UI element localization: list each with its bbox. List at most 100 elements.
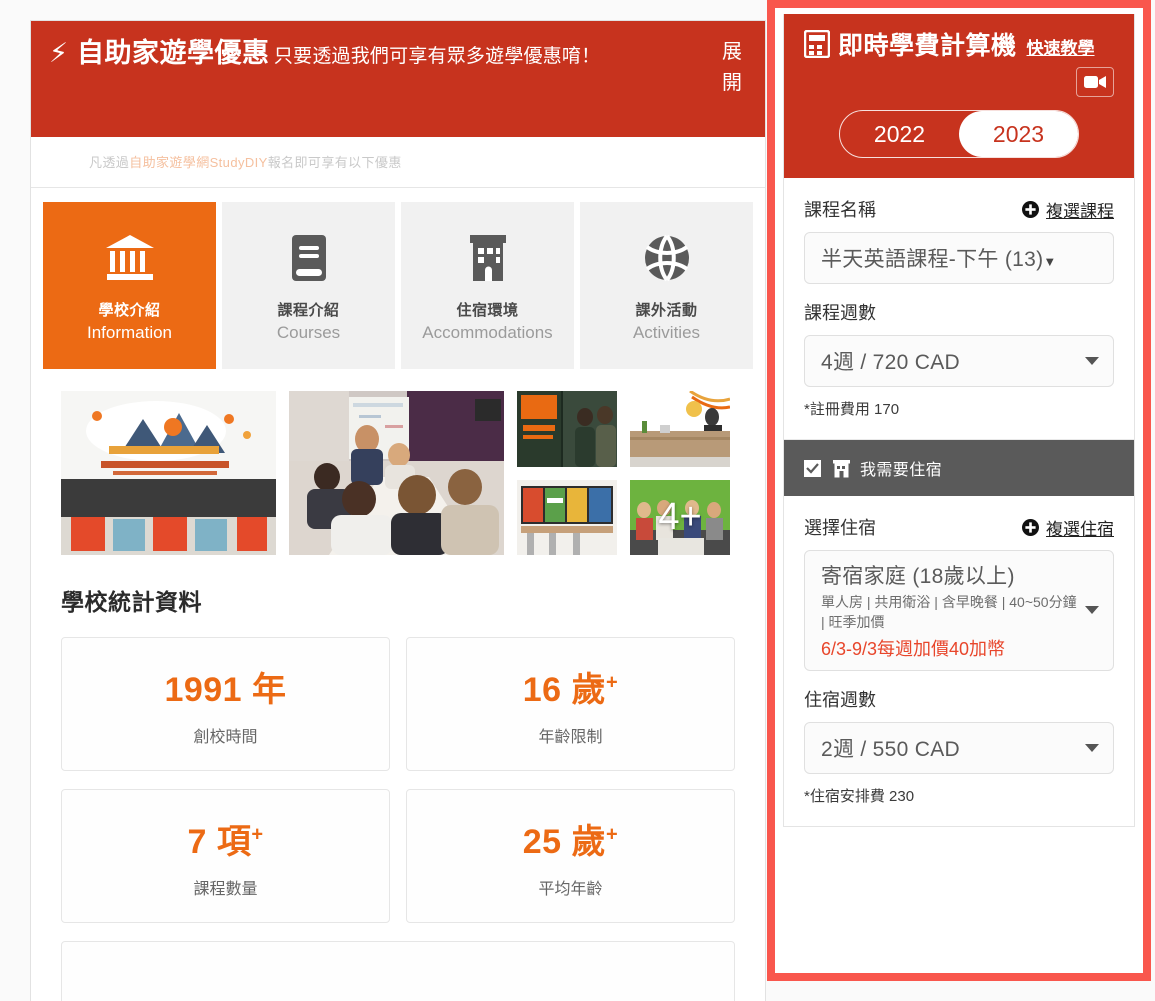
- photo-gallery: 4+: [61, 391, 735, 555]
- course-label-row: 課程名稱 複選課程: [804, 196, 1114, 222]
- stat-value-age-limit: 16 歲+: [523, 662, 618, 711]
- promotion-text-block: 自助家遊學優惠 只要透過我們可享有眾多遊學優惠唷！: [77, 37, 703, 70]
- course-name-selected-value: 半天英語課程-下午 (13)▼: [821, 243, 1079, 273]
- multi-select-course-button[interactable]: 複選課程: [1022, 197, 1114, 222]
- stat-unit: 年: [252, 670, 287, 709]
- promotion-subtitle: 只要透過我們可享有眾多遊學優惠唷！: [273, 46, 601, 67]
- course-weeks-label-row: 課程週數: [804, 299, 1114, 325]
- promotion-note-suffix: 報名即可享有以下優惠: [267, 155, 402, 170]
- multi-select-accommodation-label: 複選住宿: [1046, 519, 1114, 539]
- promotion-card: ⚡ 自助家遊學優惠 只要透過我們可享有眾多遊學優惠唷！ 展開 凡透過自助家遊學網…: [30, 20, 766, 188]
- video-camera-icon[interactable]: [1076, 67, 1114, 97]
- multi-select-accommodation-button[interactable]: 複選住宿: [1022, 515, 1114, 540]
- calculator-icon: [803, 29, 831, 63]
- tab-accommodations-label-zh: 住宿環境: [456, 301, 519, 319]
- tab-information-label-zh: 學校介紹: [98, 301, 161, 319]
- tab-courses-label-en: Courses: [276, 322, 341, 342]
- lightning-bolt-icon: ⚡: [49, 38, 68, 68]
- left-content-column: ⚡ 自助家遊學優惠 只要透過我們可享有眾多遊學優惠唷！ 展開 凡透過自助家遊學網…: [30, 20, 766, 1001]
- tab-courses-label-zh: 課程介紹: [277, 301, 340, 319]
- accommodation-checkbox[interactable]: [804, 459, 821, 477]
- stat-sup: +: [606, 671, 619, 694]
- registration-fee-note: *註冊費用 170: [804, 401, 900, 418]
- stats-grid: 1991 年 創校時間 16 歲+ 年齡限制 7 項+ 課程數量 25 歲+ 平…: [61, 637, 735, 1001]
- stat-unit: 項: [216, 822, 252, 861]
- accommodation-weeks-label-row: 住宿週數: [804, 686, 1114, 712]
- tab-activities[interactable]: 課外活動 Activities: [580, 202, 753, 369]
- tab-list: 學校介紹 Information 課程介紹 Courses 住宿環境 Accom…: [43, 202, 753, 369]
- tab-information[interactable]: 學校介紹 Information: [43, 202, 216, 369]
- accommodation-label-row: 選擇住宿 複選住宿: [804, 514, 1114, 540]
- promotion-note: 凡透過自助家遊學網StudyDIY報名即可享有以下優惠: [31, 137, 765, 188]
- quick-tutorial-link[interactable]: 快速教學: [1027, 34, 1095, 59]
- school-info-panel: 4+ 學校統計資料 1991 年 創校時間 16 歲+ 年齡限制 7 項+ 課程…: [30, 369, 766, 1001]
- entrance-photo[interactable]: [517, 391, 617, 467]
- stat-unit: 歲: [571, 822, 607, 861]
- promotion-expand-button[interactable]: 展開: [717, 37, 747, 99]
- stat-label-founded: 創校時間: [193, 728, 258, 746]
- chevron-down-icon: [1085, 743, 1099, 752]
- course-name-label: 課程名稱: [804, 200, 876, 220]
- tuition-calculator-panel: 即時學費計算機 快速教學 2022 2023 課程名稱 複選課程 半天英語課程-…: [783, 14, 1135, 827]
- chevron-down-icon: ▼: [1043, 254, 1057, 269]
- stat-value-course-count: 7 項+: [187, 814, 263, 863]
- page-root: ⚡ 自助家遊學優惠 只要透過我們可享有眾多遊學優惠唷！ 展開 凡透過自助家遊學網…: [0, 0, 1155, 1001]
- stat-number: 7: [187, 822, 207, 861]
- accommodation-select[interactable]: 寄宿家庭 (18歲以上) 單人房 | 共用衛浴 | 含早晚餐 | 40~50分鐘…: [804, 550, 1114, 671]
- stat-number: 25: [522, 822, 562, 861]
- gallery-more-badge[interactable]: 4+: [630, 480, 730, 556]
- calculator-title: 即時學費計算機: [838, 32, 1017, 60]
- course-name-text: 半天英語課程-下午 (13): [821, 248, 1044, 271]
- course-weeks-selected-value: 4週 / 720 CAD: [821, 351, 960, 374]
- accommodation-weeks-select[interactable]: 2週 / 550 CAD: [804, 721, 1114, 774]
- building-icon: [832, 459, 851, 478]
- tab-information-label-en: Information: [86, 322, 173, 342]
- stat-card-course-count: 7 項+ 課程數量: [61, 789, 390, 923]
- tab-courses[interactable]: 課程介紹 Courses: [222, 202, 395, 369]
- tabs-container: 學校介紹 Information 課程介紹 Courses 住宿環境 Accom…: [30, 188, 766, 369]
- course-weeks-label: 課程週數: [804, 303, 876, 323]
- promotion-note-prefix: 凡透過: [89, 155, 130, 170]
- course-name-select[interactable]: 半天英語課程-下午 (13)▼: [804, 232, 1114, 284]
- promotion-title: 自助家遊學優惠: [76, 38, 270, 68]
- stat-card-founded: 1991 年 創校時間: [61, 637, 390, 771]
- accommodation-toggle-label: 我需要住宿: [860, 462, 943, 479]
- tab-accommodations[interactable]: 住宿環境 Accommodations: [401, 202, 574, 369]
- tab-accommodations-label-en: Accommodations: [422, 322, 553, 342]
- hallway-photo[interactable]: [517, 479, 617, 555]
- reception-photo[interactable]: [630, 391, 730, 467]
- stat-number: 1991: [164, 670, 243, 709]
- promotion-note-link[interactable]: 自助家遊學網StudyDIY: [129, 155, 268, 170]
- accommodation-toggle-bar[interactable]: 我需要住宿: [784, 440, 1134, 496]
- basketball-icon: [642, 229, 692, 287]
- stat-sup: +: [251, 823, 264, 846]
- stat-card-average-age: 25 歲+ 平均年齡: [406, 789, 735, 923]
- check-icon: [806, 462, 819, 474]
- stat-value-founded: 1991 年: [164, 662, 286, 711]
- stat-sup: +: [606, 823, 619, 846]
- bank-columns-icon: [104, 229, 156, 287]
- year-option-2022[interactable]: 2022: [840, 111, 959, 157]
- accommodation-section: 選擇住宿 複選住宿 寄宿家庭 (18歲以上) 單人房 | 共用衛浴 | 含早晚餐…: [784, 496, 1134, 826]
- accommodation-weeks-label: 住宿週數: [804, 689, 876, 710]
- plus-circle-icon: [1022, 200, 1039, 218]
- accommodation-fee-note: *住宿安排費 230: [804, 787, 915, 805]
- stat-number: 16: [522, 670, 562, 709]
- course-weeks-select[interactable]: 4週 / 720 CAD: [804, 335, 1114, 387]
- tab-activities-label-en: Activities: [632, 322, 701, 342]
- stats-section-title: 學校統計資料: [61, 589, 202, 615]
- group-photo[interactable]: 4+: [630, 479, 730, 556]
- calculator-title-row: 即時學費計算機 快速教學: [803, 29, 1114, 97]
- gallery-column-small-1: [517, 391, 617, 555]
- stat-label-age-limit: 年齡限制: [538, 728, 603, 746]
- year-option-2023[interactable]: 2023: [959, 111, 1078, 157]
- year-toggle: 2022 2023: [839, 110, 1079, 158]
- stat-unit: 歲: [571, 670, 607, 709]
- stat-card-wide-placeholder: [61, 941, 735, 1001]
- lounge-mural-photo[interactable]: [61, 391, 276, 555]
- course-section: 課程名稱 複選課程 半天英語課程-下午 (13)▼ 課程週數 4週 / 720 …: [784, 178, 1134, 439]
- multi-select-course-label: 複選課程: [1046, 201, 1114, 221]
- accommodation-select-label: 選擇住宿: [804, 518, 876, 538]
- classroom-photo[interactable]: [289, 391, 504, 555]
- accommodation-weeks-selected-value: 2週 / 550 CAD: [821, 737, 960, 761]
